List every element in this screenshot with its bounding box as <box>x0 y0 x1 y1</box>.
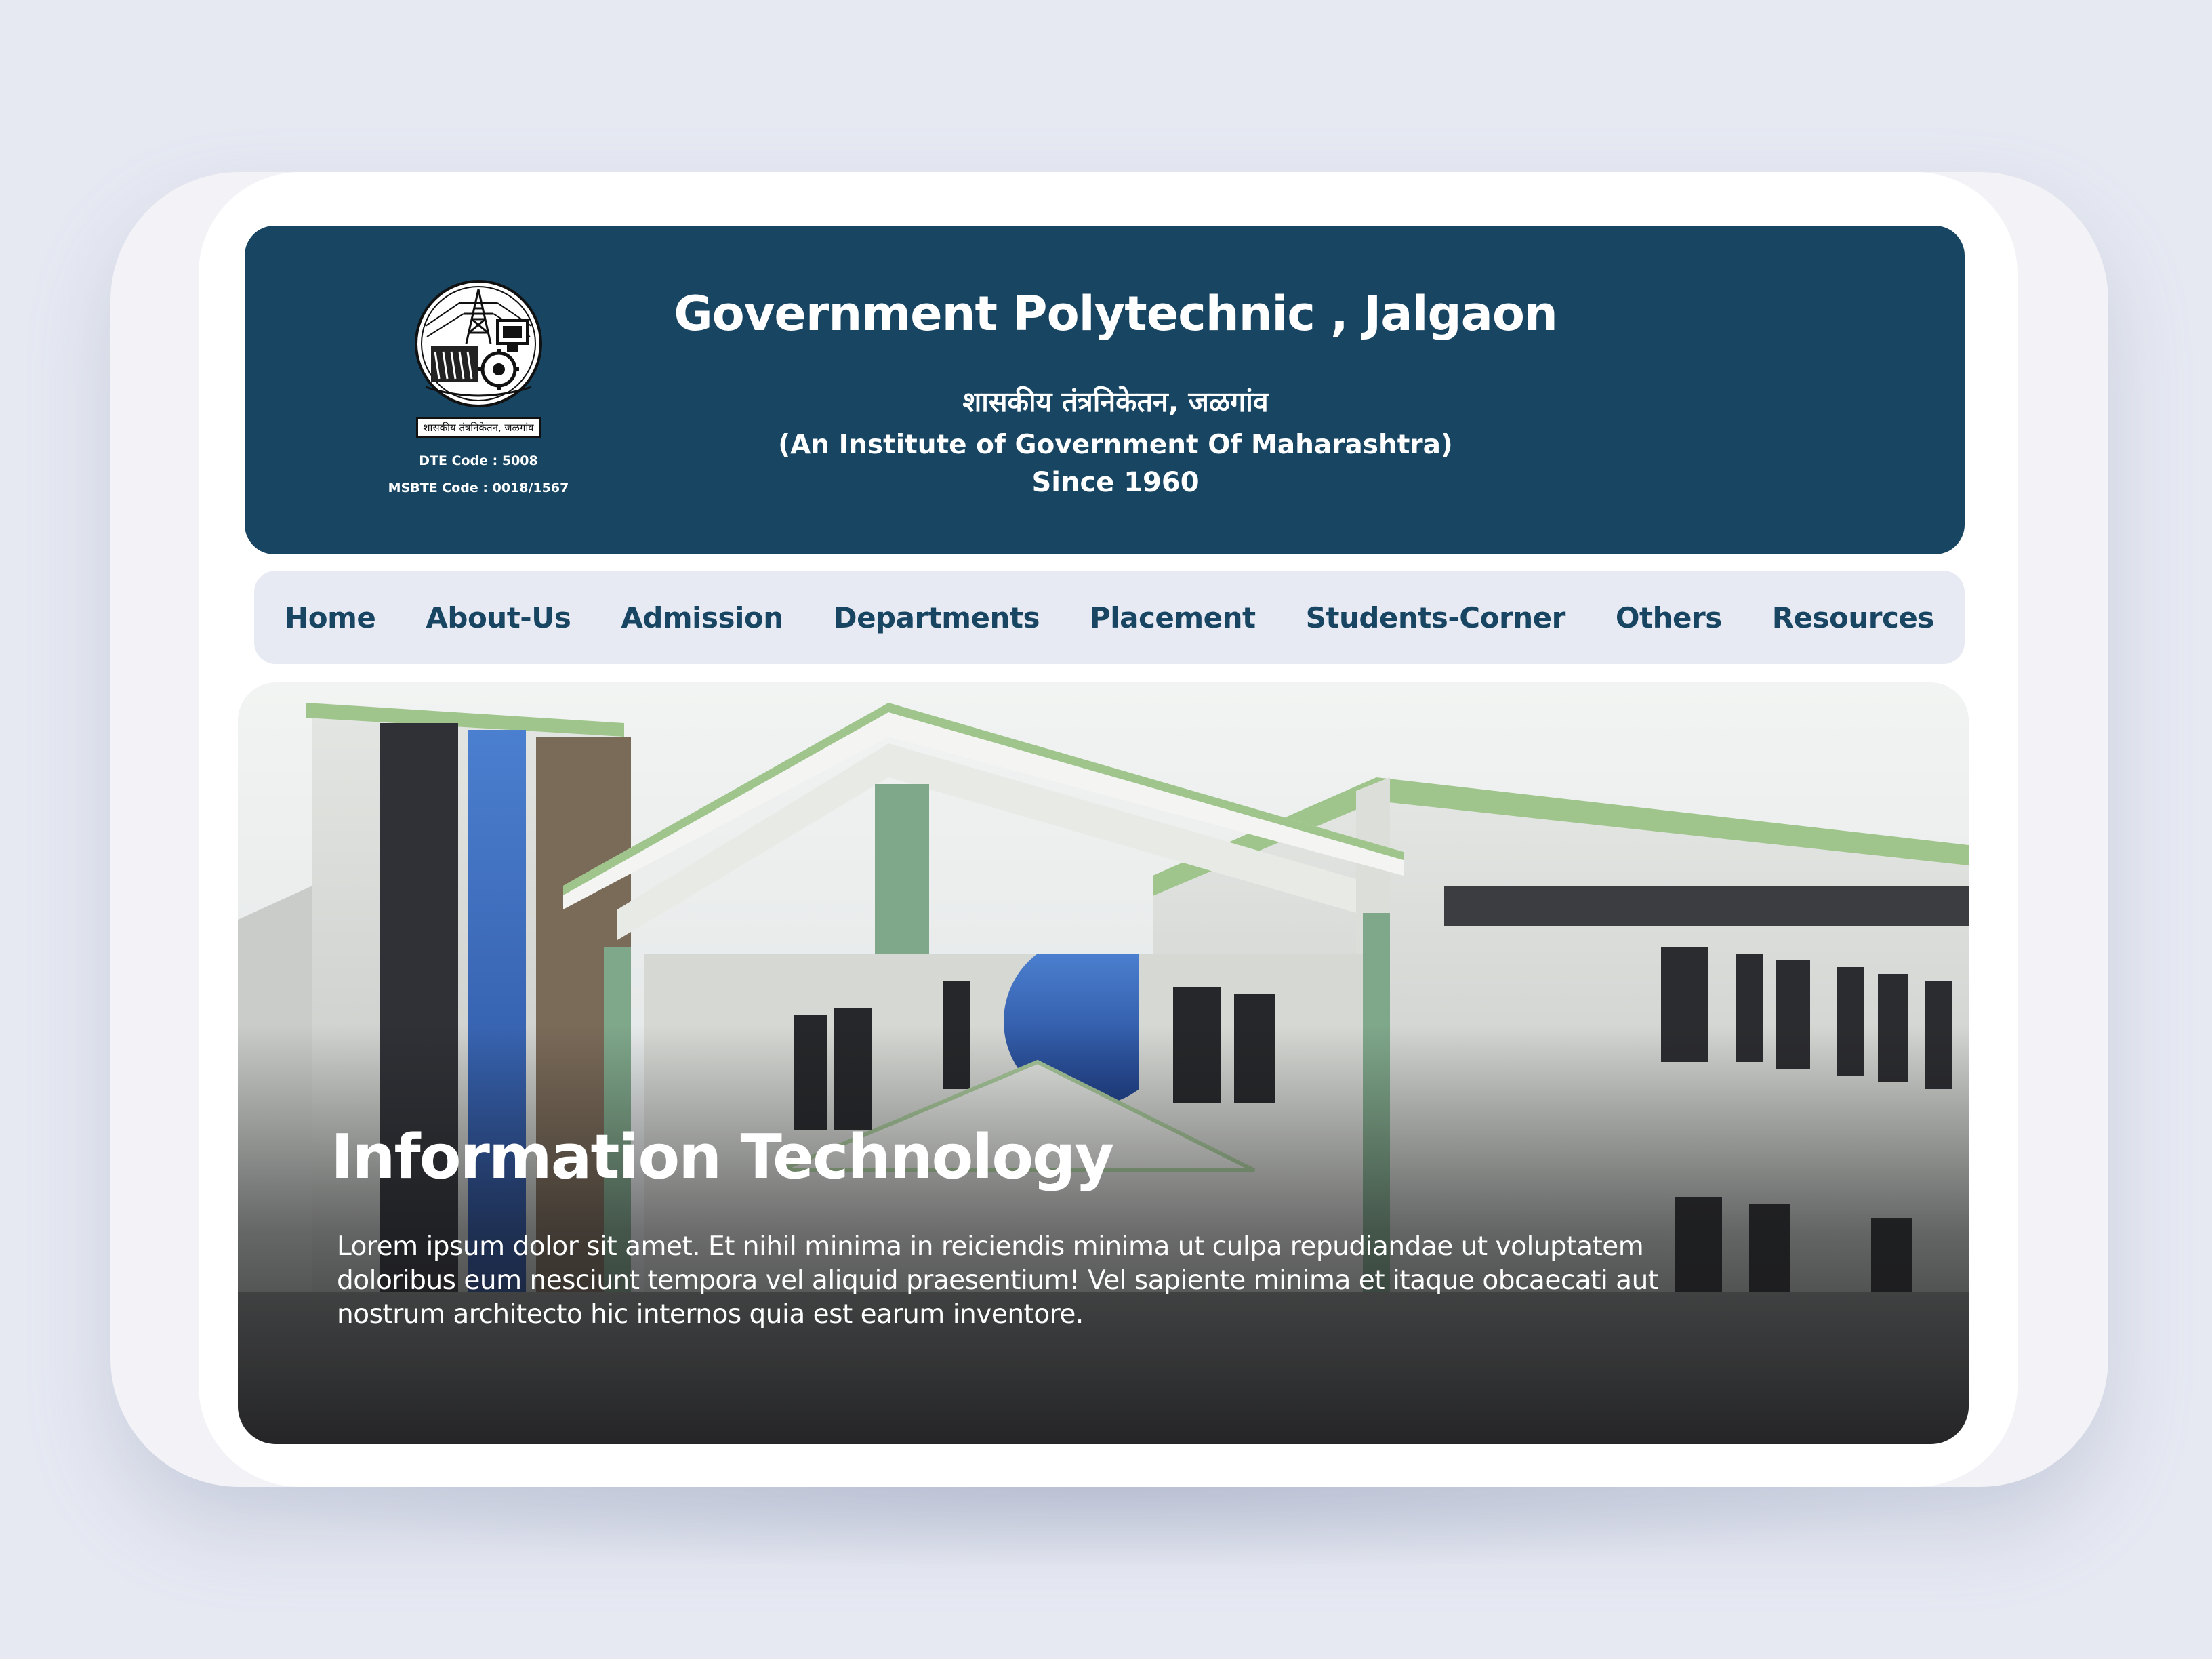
nav-item-placement[interactable]: Placement <box>1065 601 1281 634</box>
nav-item-home[interactable]: Home <box>260 601 401 634</box>
nav-item-others[interactable]: Others <box>1591 601 1747 634</box>
nav-item-students-corner[interactable]: Students-Corner <box>1281 601 1591 634</box>
logo-caption: शासकीय तंत्रनिकेतन, जळगांव <box>423 422 534 434</box>
nav-item-resources[interactable]: Resources <box>1747 601 1959 634</box>
site-title: Government Polytechnic , Jalgaon <box>674 286 1558 342</box>
msbte-code: MSBTE Code : 0018/1567 <box>388 480 569 495</box>
dte-code: DTE Code : 5008 <box>419 453 538 468</box>
institute-tagline: (An Institute of Government Of Maharasht… <box>778 430 1453 460</box>
since-year: Since 1960 <box>1031 467 1200 498</box>
institute-codes: DTE Code : 5008 MSBTE Code : 0018/1567 <box>380 447 577 501</box>
logo-caption-box: शासकीय तंत्रनिकेतन, जळगांव <box>416 417 541 438</box>
hero-title: Information Technology <box>331 1122 1114 1193</box>
hero-description: Lorem ipsum dolor sit amet. Et nihil min… <box>337 1231 1658 1330</box>
marathi-title: शासकीय तंत्रनिकेतन, जळगांव <box>962 386 1269 418</box>
logo-block[interactable]: शासकीय तंत्रनिकेतन, जळगांव <box>402 279 555 438</box>
site-header: शासकीय तंत्रनिकेतन, जळगांव DTE Code : 50… <box>245 226 1965 554</box>
nav-item-about-us[interactable]: About-Us <box>401 601 596 634</box>
nav-item-departments[interactable]: Departments <box>808 601 1065 634</box>
hero-banner: Information Technology Lorem ipsum dolor… <box>238 682 1969 1444</box>
college-emblem-icon <box>415 280 542 407</box>
main-navigation: Home About-Us Admission Departments Plac… <box>254 571 1965 664</box>
nav-item-admission[interactable]: Admission <box>596 601 808 634</box>
nav-list: Home About-Us Admission Departments Plac… <box>254 571 1965 664</box>
